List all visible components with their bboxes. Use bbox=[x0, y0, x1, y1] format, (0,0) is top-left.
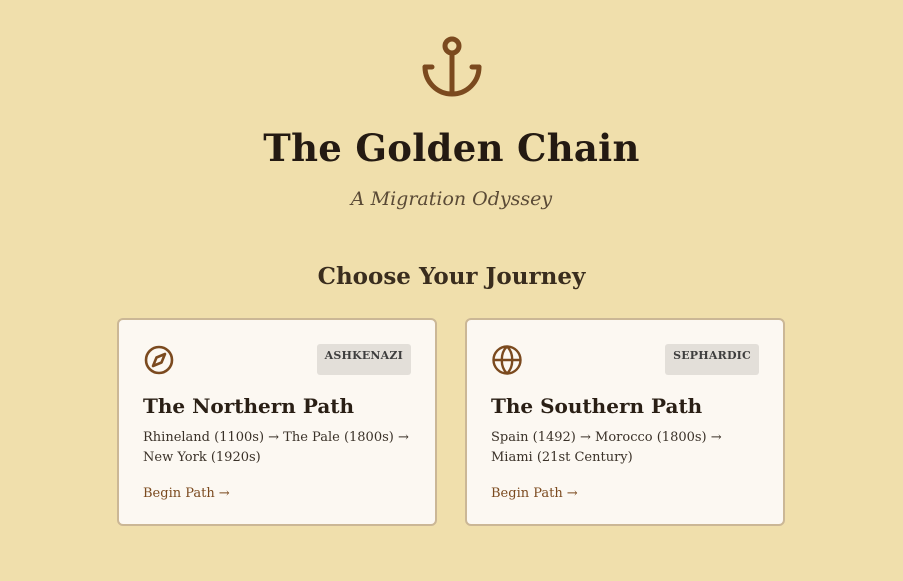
begin-path-label: Begin Path bbox=[143, 486, 215, 501]
section-title: Choose Your Journey bbox=[317, 263, 586, 290]
page-subtitle: A Migration Odyssey bbox=[350, 188, 553, 210]
card-description: Spain (1492) → Morocco (1800s) → Miami (… bbox=[491, 430, 722, 465]
path-badge: SEPHARDIC bbox=[665, 344, 759, 375]
compass-icon bbox=[144, 345, 174, 375]
journey-card-southern[interactable]: SEPHARDIC The Southern Path Spain (1492)… bbox=[465, 318, 785, 526]
card-title: The Northern Path bbox=[143, 394, 355, 418]
page-title: The Golden Chain bbox=[263, 126, 640, 170]
begin-path-link[interactable]: Begin Path → bbox=[491, 485, 578, 503]
begin-path-link[interactable]: Begin Path → bbox=[143, 485, 230, 503]
globe-icon bbox=[492, 345, 522, 375]
path-badge: ASHKENAZI bbox=[316, 344, 411, 375]
anchor-icon bbox=[422, 36, 482, 97]
begin-path-label: Begin Path bbox=[491, 486, 563, 501]
arrow-right-icon: → bbox=[566, 486, 578, 501]
card-description: Rhineland (1100s) → The Pale (1800s) → N… bbox=[143, 430, 409, 465]
journey-card-northern[interactable]: ASHKENAZI The Northern Path Rhineland (1… bbox=[117, 318, 437, 526]
arrow-right-icon: → bbox=[218, 486, 230, 501]
card-title: The Southern Path bbox=[491, 394, 703, 418]
